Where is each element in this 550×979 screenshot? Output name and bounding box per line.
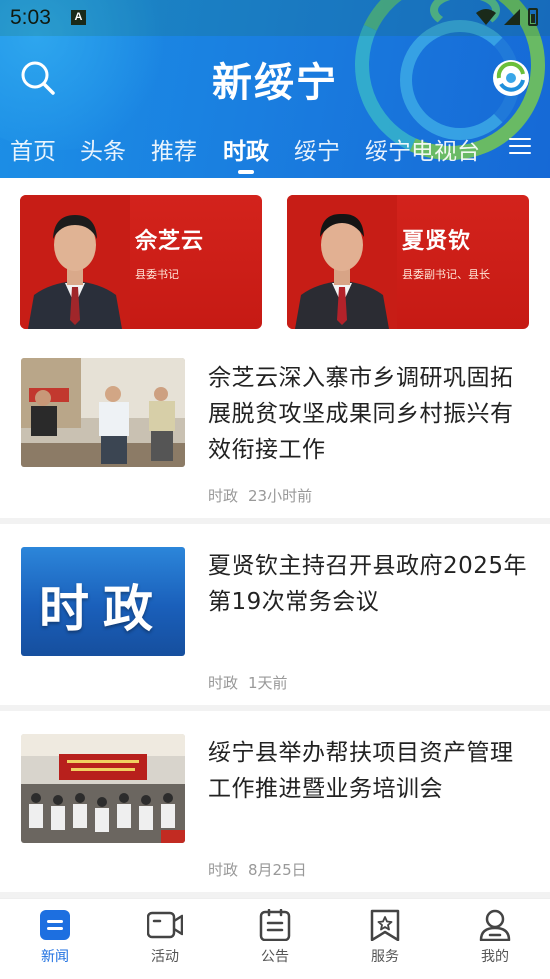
notification-icon: A — [71, 10, 86, 25]
nav-label: 活动 — [151, 949, 179, 965]
service-icon — [370, 909, 400, 941]
app-title: 新绥宁 — [212, 60, 338, 106]
leader-photo — [287, 195, 397, 329]
nav-activity[interactable]: 活动 — [110, 899, 220, 979]
bottom-navigation: 新闻 活动 公告 服务 我的 — [0, 898, 550, 979]
tab-recommend[interactable]: 推荐 — [151, 132, 197, 166]
leader-title: 县委书记 — [135, 268, 179, 281]
video-icon — [147, 911, 183, 939]
notice-icon — [259, 909, 291, 941]
news-category: 时政 — [208, 674, 239, 692]
news-time: 8月25日 — [248, 861, 307, 879]
leader-title: 县委副书记、县长 — [402, 268, 490, 281]
news-item[interactable]: 绥宁县举办帮扶项目资产管理工作推进暨业务培训会 时政 8月25日 — [0, 711, 550, 893]
battery-icon — [528, 8, 538, 26]
news-category: 时政 — [208, 861, 239, 879]
nav-notice[interactable]: 公告 — [220, 899, 330, 979]
thumbnail-label: 时政 — [39, 580, 167, 638]
nav-profile[interactable]: 我的 — [440, 899, 550, 979]
news-title: 佘芝云深入寨市乡调研巩固拓展脱贫攻坚成果同乡村振兴有效衔接工作 — [208, 365, 514, 463]
status-time: 5:03 — [10, 6, 51, 29]
active-tab-indicator — [238, 170, 254, 174]
news-icon — [40, 910, 70, 940]
news-item[interactable]: 时政 夏贤钦主持召开县政府2025年第19次常务会议 时政 1天前 — [0, 524, 550, 706]
channel-menu-icon[interactable] — [509, 138, 531, 156]
news-meta: 时政 23小时前 — [208, 485, 312, 506]
news-thumbnail — [21, 734, 185, 843]
app-header: 5:03 A 新绥宁 首页 头条 推荐 时政 绥宁 绥宁电视台 — [0, 0, 550, 178]
news-title: 夏贤钦主持召开县政府2025年第19次常务会议 — [208, 553, 528, 615]
news-meta: 时政 8月25日 — [208, 859, 307, 880]
tab-politics[interactable]: 时政 — [223, 132, 269, 166]
nav-service[interactable]: 服务 — [330, 899, 440, 979]
tab-home[interactable]: 首页 — [10, 132, 56, 166]
news-meta: 时政 1天前 — [208, 672, 288, 693]
profile-icon — [479, 909, 511, 941]
app-logo-icon[interactable] — [493, 60, 529, 96]
tab-headlines[interactable]: 头条 — [80, 132, 126, 166]
tab-suining-tv[interactable]: 绥宁电视台 — [365, 132, 480, 166]
nav-label: 公告 — [261, 949, 289, 965]
news-title: 绥宁县举办帮扶项目资产管理工作推进暨业务培训会 — [208, 740, 514, 802]
tab-suining[interactable]: 绥宁 — [294, 132, 340, 166]
news-time: 1天前 — [248, 674, 288, 692]
leader-name: 夏贤钦 — [402, 229, 472, 254]
nav-news[interactable]: 新闻 — [0, 899, 110, 979]
signal-icon — [504, 9, 520, 25]
leader-photo — [20, 195, 130, 329]
news-item[interactable]: 佘芝云深入寨市乡调研巩固拓展脱贫攻坚成果同乡村振兴有效衔接工作 时政 23小时前 — [0, 340, 550, 520]
leader-card[interactable]: 佘芝云 县委书记 — [20, 195, 262, 329]
leader-card[interactable]: 夏贤钦 县委副书记、县长 — [287, 195, 529, 329]
news-thumbnail — [21, 358, 185, 467]
nav-label: 我的 — [481, 949, 509, 965]
news-category: 时政 — [208, 487, 239, 505]
leader-name: 佘芝云 — [135, 229, 205, 254]
channel-tabs: 首页 头条 推荐 时政 绥宁 绥宁电视台 — [0, 126, 550, 178]
nav-label: 服务 — [371, 949, 399, 965]
status-bar: 5:03 A — [0, 0, 550, 36]
news-thumbnail: 时政 — [21, 547, 185, 656]
news-time: 23小时前 — [248, 487, 313, 505]
nav-label: 新闻 — [41, 949, 69, 965]
wifi-icon — [476, 9, 496, 25]
